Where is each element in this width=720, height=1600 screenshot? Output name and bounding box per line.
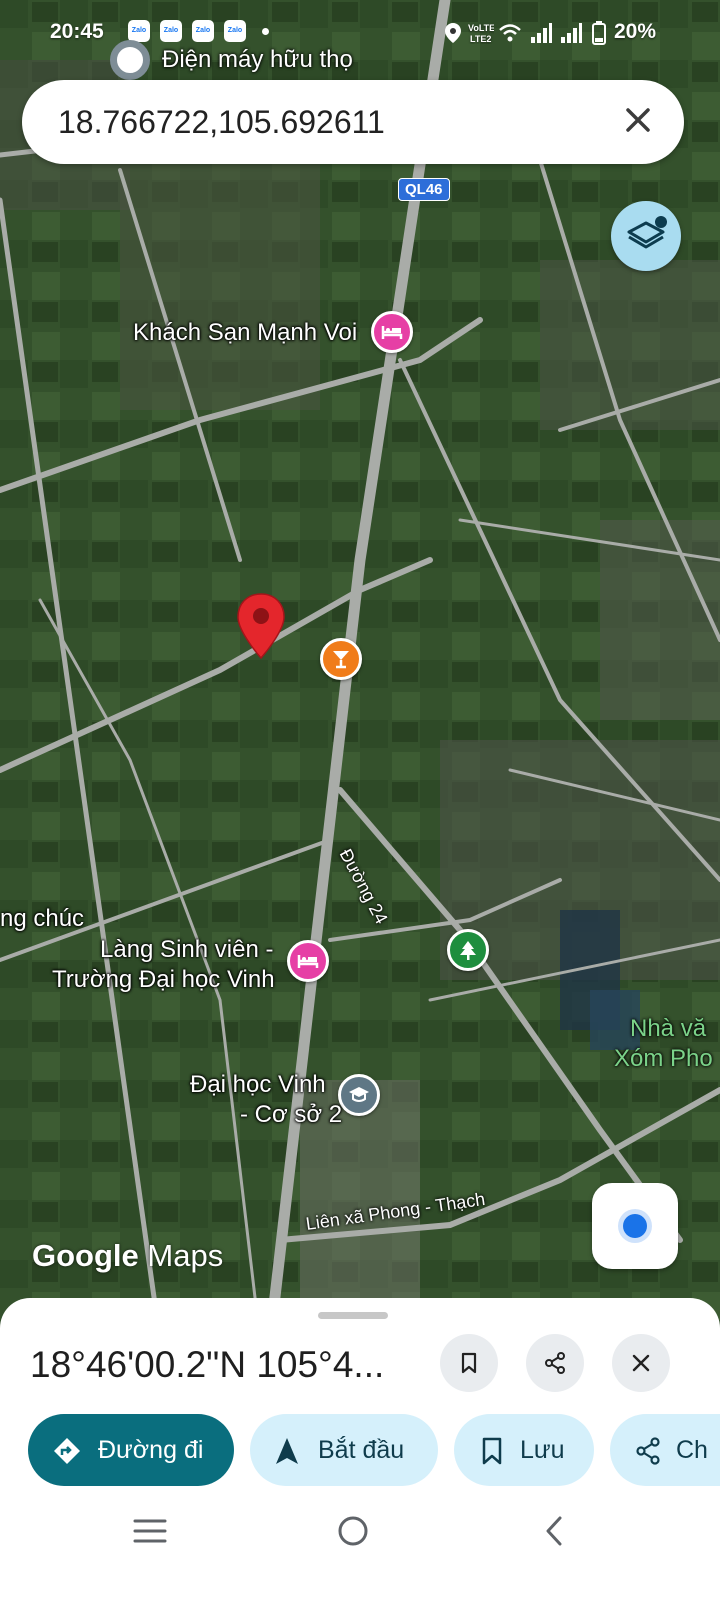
zalo-notification-icon: Zalo bbox=[192, 20, 214, 42]
battery-percentage: 20% bbox=[614, 20, 657, 43]
layers-button[interactable] bbox=[611, 201, 681, 271]
label-right-line2: Xóm Pho bbox=[614, 1045, 713, 1072]
close-sheet-button[interactable] bbox=[612, 1334, 670, 1392]
directions-button[interactable]: Đường đi bbox=[28, 1414, 234, 1486]
navigation-arrow-icon bbox=[276, 1438, 298, 1464]
coordinates-title: 18°46'00.2"N 105°4... bbox=[30, 1344, 385, 1385]
save-button[interactable]: Lưu bbox=[454, 1414, 594, 1486]
my-location-button[interactable] bbox=[592, 1183, 678, 1269]
logo-google-text: Google bbox=[32, 1238, 139, 1273]
nearby-place-name: Điện máy hữu thọ bbox=[162, 46, 353, 73]
save-icon-button[interactable] bbox=[440, 1334, 498, 1392]
school-marker[interactable] bbox=[338, 1074, 380, 1116]
place-circle-icon bbox=[110, 40, 150, 80]
bookmark-icon bbox=[482, 1437, 502, 1465]
system-navigation-bar bbox=[0, 1500, 720, 1600]
graduation-cap-icon bbox=[349, 1087, 369, 1102]
label-university-line2: - Cơ sở 2 bbox=[240, 1101, 343, 1128]
search-query-text[interactable]: 18.766722,105.692611 bbox=[58, 104, 385, 141]
zalo-notification-icon: Zalo bbox=[160, 20, 182, 42]
dropped-pin-icon[interactable] bbox=[235, 592, 287, 660]
label-hotel-manh-voi: Khách Sạn Mạnh Voi bbox=[133, 319, 358, 346]
location-icon bbox=[445, 23, 461, 43]
google-maps-logo: Google Maps bbox=[32, 1238, 223, 1274]
label-university-line1: Đại học Vinh bbox=[190, 1071, 326, 1098]
volte-icon: VoLTE LTE2 bbox=[468, 23, 494, 44]
zalo-notification-icon: Zalo bbox=[128, 20, 150, 42]
status-time: 20:45 bbox=[50, 20, 104, 43]
signal-icon bbox=[531, 23, 552, 43]
label-left-edge: ng chúc bbox=[0, 905, 85, 932]
bed-icon bbox=[381, 326, 403, 339]
share-button[interactable]: Ch bbox=[610, 1414, 720, 1486]
start-label: Bắt đầu bbox=[318, 1436, 405, 1464]
signal-icon bbox=[561, 23, 582, 43]
bar-marker[interactable] bbox=[320, 638, 362, 680]
more-notifications-dot bbox=[262, 28, 269, 35]
label-right-line1: Nhà vă bbox=[630, 1015, 707, 1042]
tree-icon bbox=[460, 941, 476, 960]
svg-text:LTE2: LTE2 bbox=[470, 34, 491, 44]
label-dorm-line2: Trường Đại học Vinh bbox=[52, 966, 275, 993]
label-dorm-line1: Làng Sinh viên - bbox=[100, 936, 274, 963]
logo-maps-text: Maps bbox=[147, 1238, 224, 1273]
park-marker[interactable] bbox=[447, 929, 489, 971]
layers-icon bbox=[627, 216, 667, 249]
svg-text:VoLTE: VoLTE bbox=[468, 23, 494, 33]
share-icon bbox=[636, 1437, 660, 1465]
home-icon[interactable] bbox=[336, 1514, 370, 1548]
hotel-marker-dorm[interactable] bbox=[287, 940, 329, 982]
directions-icon bbox=[54, 1438, 80, 1464]
back-icon[interactable] bbox=[542, 1514, 566, 1548]
close-icon bbox=[632, 1354, 650, 1372]
share-icon bbox=[545, 1352, 565, 1374]
clear-search-icon[interactable] bbox=[620, 102, 656, 138]
share-icon-button[interactable] bbox=[526, 1334, 584, 1392]
zalo-notification-icon: Zalo bbox=[224, 20, 246, 42]
save-label: Lưu bbox=[520, 1436, 565, 1464]
search-bar[interactable]: 18.766722,105.692611 bbox=[22, 80, 684, 164]
start-button[interactable]: Bắt đầu bbox=[250, 1414, 438, 1486]
my-location-icon bbox=[623, 1214, 647, 1238]
bookmark-icon bbox=[461, 1352, 477, 1374]
share-label: Ch bbox=[676, 1436, 708, 1464]
battery-icon bbox=[592, 21, 606, 45]
cocktail-icon bbox=[333, 651, 349, 669]
bed-icon bbox=[297, 955, 319, 968]
wifi-icon bbox=[499, 24, 521, 42]
status-bar: 20:45 Zalo Zalo Zalo Zalo VoLTE LTE2 20% bbox=[0, 0, 720, 64]
hotel-marker-manh-voi[interactable] bbox=[371, 311, 413, 353]
route-shield-ql46: QL46 bbox=[398, 178, 450, 201]
recent-apps-icon[interactable] bbox=[132, 1516, 168, 1546]
directions-label: Đường đi bbox=[98, 1436, 204, 1464]
drag-handle[interactable] bbox=[318, 1312, 388, 1319]
